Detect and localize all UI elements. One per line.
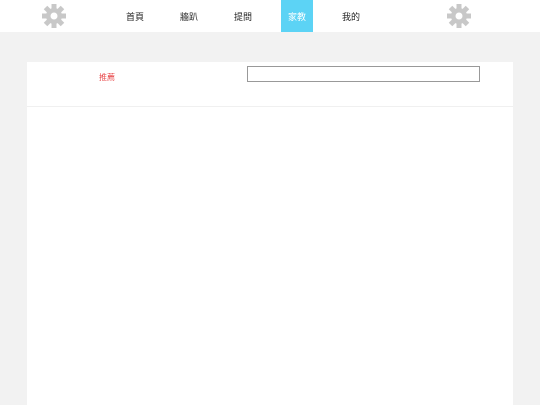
top-navigation-bar: 首頁 牆趴 提問 家教 我的 — [0, 0, 540, 32]
panel-header: 推薦 — [27, 62, 513, 107]
nav-item-mine[interactable]: 我的 — [335, 0, 367, 32]
nav-item-wall[interactable]: 牆趴 — [173, 0, 205, 32]
nav-item-questions[interactable]: 提問 — [227, 0, 259, 32]
content-panel: 推薦 — [27, 62, 513, 405]
search-input[interactable] — [247, 66, 480, 82]
gear-icon[interactable] — [40, 2, 68, 30]
recommend-tab[interactable]: 推薦 — [99, 72, 115, 83]
gear-icon[interactable] — [445, 2, 473, 30]
nav-item-home[interactable]: 首頁 — [119, 0, 151, 32]
nav-item-tutoring[interactable]: 家教 — [281, 0, 313, 32]
